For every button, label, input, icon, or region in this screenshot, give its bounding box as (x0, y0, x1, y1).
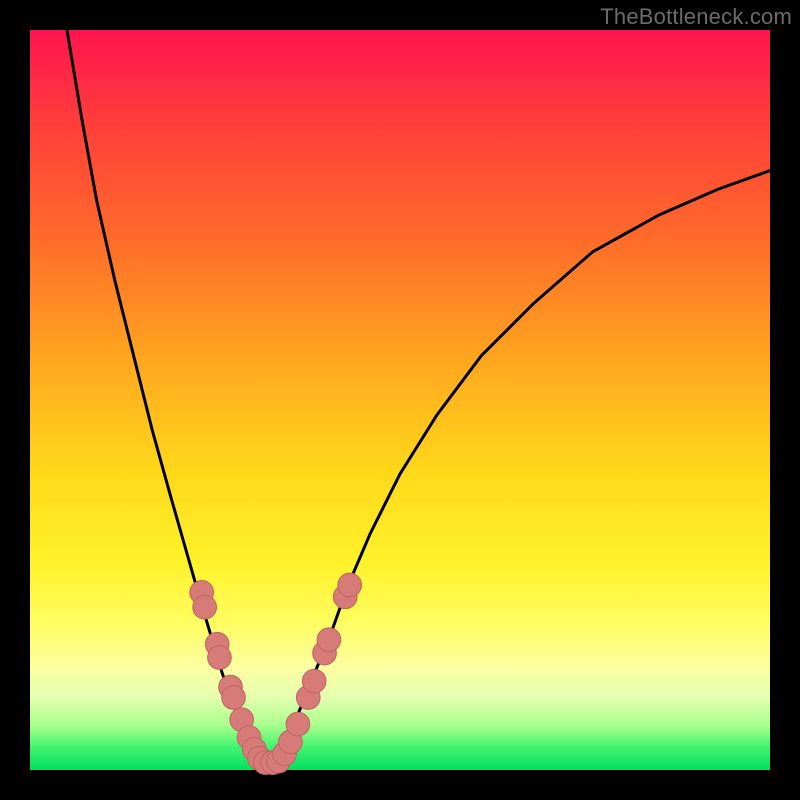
plot-area (30, 30, 770, 770)
data-marker (302, 669, 326, 693)
watermark-text: TheBottleneck.com (600, 4, 792, 30)
data-marker (338, 573, 362, 597)
data-marker (193, 595, 217, 619)
data-marker (317, 628, 341, 652)
outer-frame: TheBottleneck.com (0, 0, 800, 800)
marker-group (190, 573, 362, 774)
data-marker (208, 646, 232, 670)
curve-group (67, 30, 770, 763)
curve-right-curve (267, 171, 770, 762)
curve-left-curve (67, 30, 267, 761)
data-marker (286, 712, 310, 736)
chart-svg (30, 30, 770, 770)
data-marker (222, 686, 246, 710)
